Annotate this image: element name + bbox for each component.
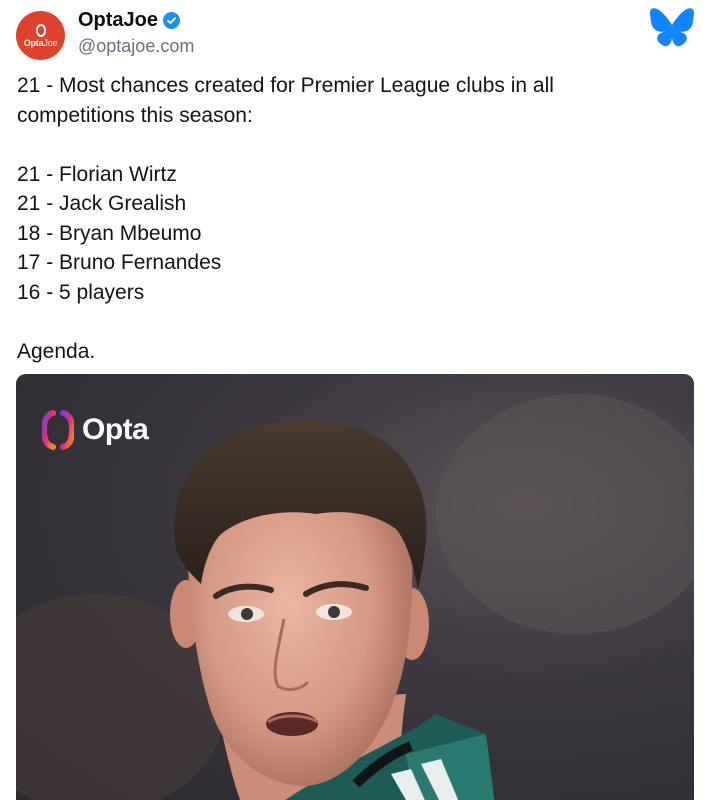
- opta-mark-icon: [35, 23, 46, 37]
- verified-check-icon: [163, 12, 181, 29]
- display-name-text: OptaJoe: [78, 9, 159, 31]
- list-item: 21 - Florian Wirtz: [17, 162, 177, 186]
- author-handle[interactable]: @optajoe.com: [78, 36, 194, 57]
- bluesky-butterfly-icon[interactable]: [649, 7, 695, 49]
- post-image[interactable]: Opta: [16, 374, 694, 800]
- list-item: 16 - 5 players: [17, 280, 145, 304]
- opta-logo: Opta: [42, 409, 149, 451]
- post-body: 21 - Most chances created for Premier Le…: [17, 71, 692, 366]
- avatar[interactable]: OptaJoe: [16, 11, 65, 60]
- post-text-line: 21 - Most chances created for Premier Le…: [17, 74, 554, 97]
- post-text-closing: Agenda.: [17, 339, 96, 363]
- post-text-line: competitions this season:: [17, 103, 253, 127]
- avatar-label: OptaJoe: [23, 37, 58, 48]
- list-item: 17 - Bruno Fernandes: [17, 251, 222, 274]
- list-item: 21 - Jack Grealish: [17, 192, 187, 215]
- author-display-name[interactable]: OptaJoe: [78, 9, 181, 32]
- opta-mark-icon: [42, 410, 74, 450]
- opta-wordmark: Opta: [82, 413, 149, 446]
- list-item: 18 - Bryan Mbeumo: [17, 221, 202, 245]
